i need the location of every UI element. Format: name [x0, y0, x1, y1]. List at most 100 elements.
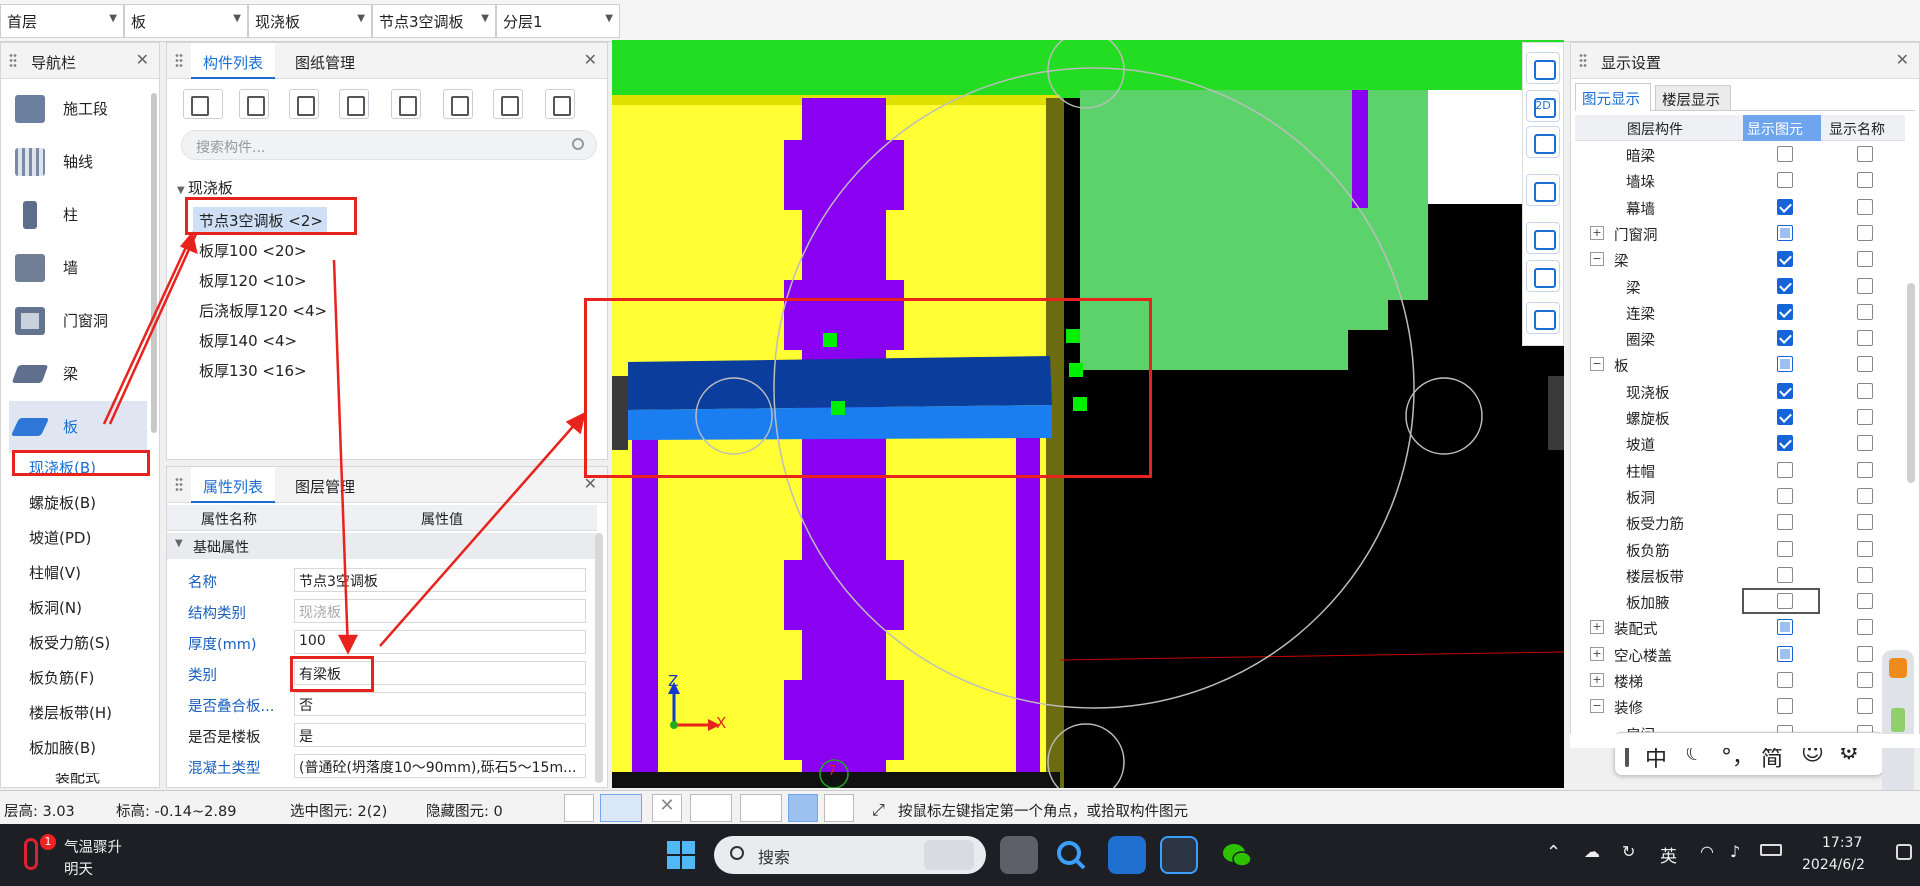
fullscreen-icon[interactable]	[1526, 222, 1560, 254]
display-row[interactable]: + 门窗洞	[1578, 220, 1908, 246]
tab-floor-display[interactable]: 楼层显示	[1655, 85, 1731, 111]
show-element-checkbox[interactable]	[1777, 356, 1793, 373]
display-row[interactable]: 墙垛	[1578, 167, 1908, 193]
show-element-checkbox[interactable]	[1777, 435, 1793, 452]
glodon-app-icon[interactable]	[1160, 836, 1198, 874]
show-element-checkbox[interactable]	[1777, 672, 1793, 688]
show-element-checkbox[interactable]	[1777, 382, 1793, 399]
display-row[interactable]: + 装配式	[1578, 614, 1908, 640]
show-element-checkbox[interactable]	[1777, 303, 1793, 320]
windows-start-icon[interactable]	[662, 836, 700, 874]
ortho-icon[interactable]	[564, 794, 594, 822]
show-name-checkbox[interactable]	[1857, 540, 1873, 557]
cloud-sync-icon[interactable]: ☁	[1584, 842, 1600, 861]
cube-view-icon[interactable]	[1526, 260, 1560, 292]
show-element-checkbox[interactable]	[1777, 409, 1793, 425]
show-name-checkbox[interactable]	[1857, 487, 1873, 504]
volume-icon[interactable]: ♪	[1730, 842, 1740, 861]
show-name-checkbox[interactable]	[1857, 461, 1873, 478]
clock-time[interactable]: 17:37	[1822, 835, 1862, 851]
show-name-checkbox[interactable]	[1857, 435, 1873, 452]
show-name-checkbox[interactable]	[1857, 514, 1873, 531]
collapse-icon[interactable]: −	[1590, 699, 1604, 714]
show-name-checkbox[interactable]	[1857, 172, 1873, 189]
chevron-up-icon[interactable]: ⌃	[1546, 842, 1561, 863]
show-element-checkbox[interactable]	[1777, 251, 1793, 268]
display-row[interactable]: 连梁	[1578, 299, 1908, 325]
preview-app-icon[interactable]	[1108, 836, 1146, 874]
show-element-checkbox[interactable]	[1777, 277, 1793, 294]
display-row[interactable]: − 板	[1578, 351, 1908, 377]
display-row[interactable]: 暗梁	[1578, 141, 1908, 167]
layer-settings-icon[interactable]	[1526, 302, 1560, 334]
expand-icon[interactable]: +	[1590, 225, 1604, 240]
display-row[interactable]: 板加腋	[1578, 588, 1908, 615]
show-name-checkbox[interactable]	[1857, 672, 1873, 688]
battery-icon[interactable]	[1760, 844, 1782, 856]
2d-view-icon[interactable]: 2D	[1526, 90, 1560, 122]
display-row[interactable]: 现浇板	[1578, 378, 1908, 404]
collapse-icon[interactable]: −	[1590, 252, 1604, 267]
offset-icon[interactable]	[740, 794, 782, 822]
drag-handle-icon[interactable]	[1579, 53, 1587, 69]
display-row[interactable]: + 楼梯	[1578, 667, 1908, 693]
show-name-checkbox[interactable]	[1857, 251, 1873, 268]
show-element-checkbox[interactable]	[1777, 146, 1793, 162]
arc-icon[interactable]	[824, 794, 854, 822]
show-name-checkbox[interactable]	[1857, 566, 1873, 583]
refresh-icon[interactable]: ↻	[1622, 842, 1635, 861]
expand-icon[interactable]: +	[1590, 646, 1604, 661]
expand-icon[interactable]: +	[1590, 673, 1604, 687]
snap-mode-icon[interactable]	[600, 794, 642, 822]
orbit-icon[interactable]	[1526, 52, 1560, 84]
tab-element-display[interactable]: 图元显示	[1575, 83, 1651, 111]
show-element-checkbox[interactable]	[1777, 514, 1793, 531]
show-name-checkbox[interactable]	[1857, 698, 1873, 715]
show-name-checkbox[interactable]	[1857, 146, 1873, 162]
expand-icon[interactable]: +	[1590, 620, 1604, 635]
display-row[interactable]: 梁	[1578, 273, 1908, 299]
display-row[interactable]: + 空心楼盖	[1578, 641, 1908, 667]
close-icon[interactable]: ✕	[1896, 50, 1909, 69]
display-row[interactable]: − 梁	[1578, 246, 1908, 272]
show-element-checkbox[interactable]	[1777, 330, 1793, 347]
display-row[interactable]: 板洞	[1578, 483, 1908, 509]
show-element-checkbox[interactable]	[1777, 619, 1793, 636]
display-row[interactable]: 螺旋板	[1578, 404, 1908, 430]
display-row[interactable]: 坡道	[1578, 430, 1908, 456]
show-element-checkbox[interactable]	[1777, 487, 1793, 504]
show-name-checkbox[interactable]	[1857, 382, 1873, 399]
wifi-icon[interactable]: ◠	[1700, 842, 1714, 861]
show-name-checkbox[interactable]	[1857, 409, 1873, 425]
show-element-checkbox[interactable]	[1777, 698, 1793, 715]
show-name-checkbox[interactable]	[1857, 198, 1873, 215]
display-row[interactable]: 板受力筋	[1578, 509, 1908, 535]
search-app-icon[interactable]	[1052, 836, 1090, 874]
show-name-checkbox[interactable]	[1857, 224, 1873, 241]
thermometer-icon[interactable]	[24, 838, 38, 870]
show-name-checkbox[interactable]	[1857, 356, 1873, 373]
3d-box-icon[interactable]	[1526, 126, 1560, 158]
expand-icon[interactable]: ⤢	[872, 800, 885, 820]
show-element-checkbox[interactable]	[1777, 540, 1793, 557]
display-row[interactable]: 板负筋	[1578, 536, 1908, 562]
input-language-indicator[interactable]: 英	[1660, 842, 1677, 867]
task-view-icon[interactable]	[1000, 836, 1038, 874]
show-element-checkbox[interactable]	[1777, 172, 1793, 189]
display-row[interactable]: 幕墙	[1578, 194, 1908, 220]
dynamic-input-icon[interactable]	[788, 794, 818, 822]
notification-icon[interactable]	[1896, 844, 1912, 860]
show-name-checkbox[interactable]	[1857, 645, 1873, 662]
wechat-icon[interactable]	[1218, 836, 1256, 874]
display-row[interactable]: − 装修	[1578, 693, 1908, 719]
display-row[interactable]: 楼层板带	[1578, 562, 1908, 588]
show-name-checkbox[interactable]	[1857, 619, 1873, 636]
weather-title[interactable]: 气温骤升	[64, 836, 122, 857]
display-scrollbar[interactable]	[1907, 283, 1915, 483]
3d-box-filled-icon[interactable]	[1526, 174, 1560, 206]
collapse-icon[interactable]: −	[1590, 357, 1604, 372]
display-row[interactable]: 圈梁	[1578, 325, 1908, 351]
show-element-checkbox[interactable]	[1777, 566, 1793, 583]
show-name-checkbox[interactable]	[1857, 593, 1873, 610]
shield-icon[interactable]	[1889, 658, 1907, 678]
